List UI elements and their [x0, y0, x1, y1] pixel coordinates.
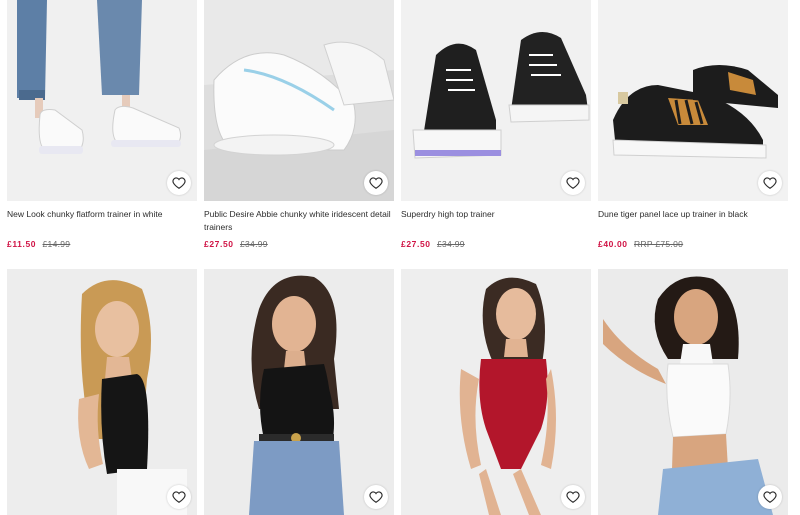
- sale-price: £40.00: [598, 239, 628, 249]
- product-title[interactable]: Public Desire Abbie chunky white iridesc…: [204, 208, 394, 235]
- product-image[interactable]: [598, 0, 788, 201]
- wishlist-button[interactable]: [561, 171, 585, 195]
- heart-outline-icon: [369, 177, 383, 189]
- black-ribbed-top-model-photo: [7, 269, 197, 515]
- wishlist-button[interactable]: [167, 171, 191, 195]
- product-title[interactable]: Superdry high top trainer: [401, 208, 591, 235]
- product-image[interactable]: [204, 0, 394, 201]
- product-image[interactable]: [401, 0, 591, 201]
- product-card[interactable]: [401, 269, 591, 515]
- original-price: £34.99: [239, 239, 268, 249]
- product-image[interactable]: [7, 269, 197, 515]
- sale-price: £27.50: [204, 239, 234, 249]
- heart-outline-icon: [566, 491, 580, 503]
- product-card[interactable]: [204, 269, 394, 515]
- heart-outline-icon: [566, 177, 580, 189]
- product-card[interactable]: [7, 269, 197, 515]
- black-high-top-trainers-photo: [401, 0, 591, 201]
- white-flatform-trainers-photo: [7, 0, 197, 201]
- wishlist-button[interactable]: [167, 485, 191, 509]
- product-title[interactable]: New Look chunky flatform trainer in whit…: [7, 208, 197, 235]
- product-prices: £40.00 RRP £75.00: [598, 238, 788, 250]
- product-grid: New Look chunky flatform trainer in whit…: [0, 0, 800, 515]
- wishlist-button[interactable]: [364, 485, 388, 509]
- original-price: RRP £75.00: [633, 239, 684, 249]
- product-image[interactable]: [401, 269, 591, 515]
- wishlist-button[interactable]: [561, 485, 585, 509]
- product-card[interactable]: Public Desire Abbie chunky white iridesc…: [204, 0, 394, 250]
- wishlist-button[interactable]: [758, 171, 782, 195]
- heart-outline-icon: [172, 491, 186, 503]
- product-prices: £11.50 £14.99: [7, 238, 197, 250]
- black-one-shoulder-top-model-photo: [204, 269, 394, 515]
- heart-outline-icon: [369, 491, 383, 503]
- product-image[interactable]: [204, 269, 394, 515]
- wishlist-button[interactable]: [758, 485, 782, 509]
- heart-outline-icon: [172, 177, 186, 189]
- product-card[interactable]: Superdry high top trainer £27.50 £34.99: [401, 0, 591, 250]
- sale-price: £27.50: [401, 239, 431, 249]
- sale-price: £11.50: [7, 239, 37, 249]
- product-title[interactable]: Dune tiger panel lace up trainer in blac…: [598, 208, 788, 235]
- original-price: £14.99: [42, 239, 71, 249]
- product-prices: £27.50 £34.99: [204, 238, 394, 250]
- heart-outline-icon: [763, 177, 777, 189]
- product-image[interactable]: [598, 269, 788, 515]
- wishlist-button[interactable]: [364, 171, 388, 195]
- product-card[interactable]: New Look chunky flatform trainer in whit…: [7, 0, 197, 250]
- white-chunky-trainers-photo: [204, 0, 394, 201]
- white-crop-top-model-photo: [598, 269, 788, 515]
- product-card[interactable]: [598, 269, 788, 515]
- heart-outline-icon: [763, 491, 777, 503]
- product-card[interactable]: Dune tiger panel lace up trainer in blac…: [598, 0, 788, 250]
- black-tiger-trainers-photo: [598, 0, 788, 201]
- original-price: £34.99: [436, 239, 465, 249]
- product-prices: £27.50 £34.99: [401, 238, 591, 250]
- product-image[interactable]: [7, 0, 197, 201]
- red-lace-body-model-photo: [401, 269, 591, 515]
